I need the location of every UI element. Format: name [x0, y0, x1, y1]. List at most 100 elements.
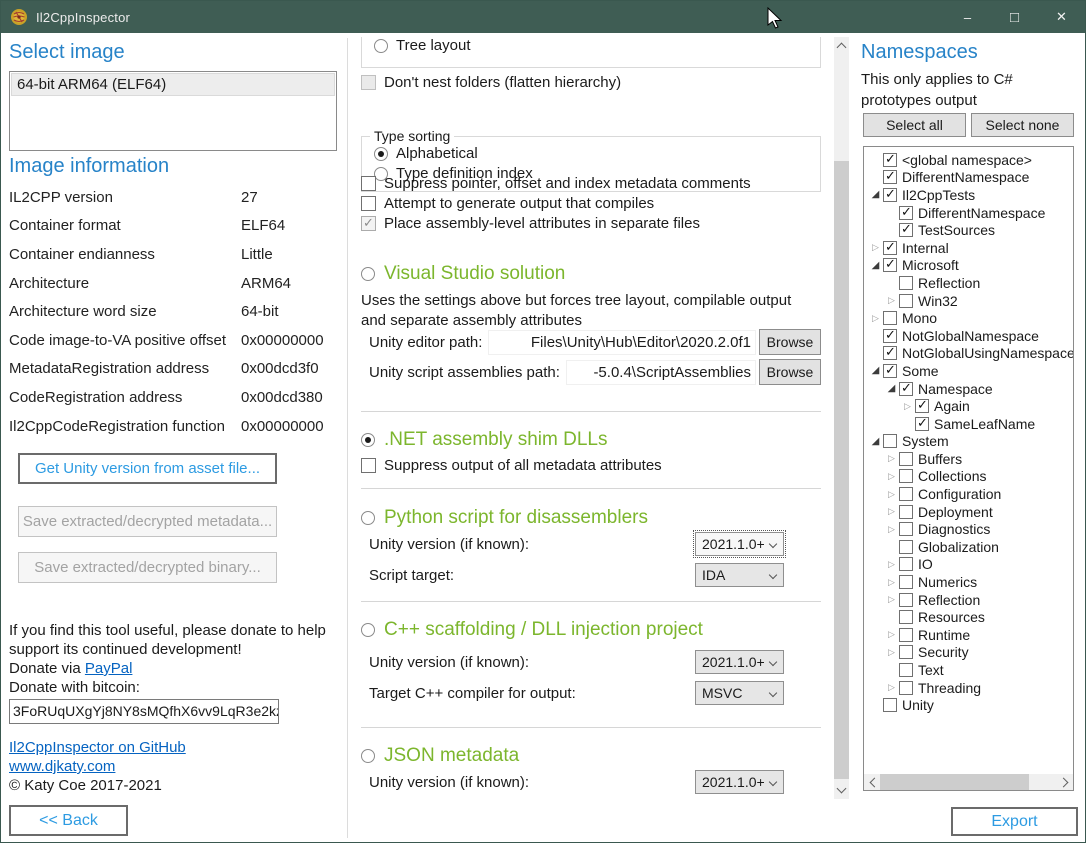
tree-checkbox[interactable] — [899, 593, 913, 607]
tree-checkbox[interactable] — [899, 206, 913, 220]
tree-expander-icon[interactable] — [884, 594, 899, 605]
tree-checkbox[interactable] — [883, 311, 897, 325]
tree-horizontal-scrollbar[interactable] — [864, 774, 1073, 790]
tree-item[interactable]: DifferentNamespace — [864, 204, 1073, 222]
script-target-dropdown[interactable]: IDA — [695, 563, 784, 587]
tree-expander-icon[interactable] — [868, 365, 883, 376]
tree-checkbox[interactable] — [899, 522, 913, 536]
tree-expander-icon[interactable] — [884, 453, 899, 464]
separate-files-checkbox[interactable] — [361, 216, 376, 231]
tree-item[interactable]: Unity — [864, 696, 1073, 714]
flatten-hierarchy-checkbox[interactable] — [361, 75, 376, 90]
export-button[interactable]: Export — [951, 807, 1078, 836]
tree-expander-icon[interactable] — [884, 506, 899, 517]
scrollbar-thumb[interactable] — [834, 161, 849, 779]
tree-expander-icon[interactable] — [868, 189, 883, 200]
tree-expander-icon[interactable] — [884, 577, 899, 588]
tree-item[interactable]: Microsoft — [864, 257, 1073, 275]
tree-item[interactable]: Resources — [864, 608, 1073, 626]
tree-checkbox[interactable] — [883, 434, 897, 448]
tree-item[interactable]: Runtime — [864, 626, 1073, 644]
tree-checkbox[interactable] — [899, 505, 913, 519]
json-unity-version-dropdown[interactable]: 2021.1.0+ — [695, 770, 784, 794]
tree-checkbox[interactable] — [883, 153, 897, 167]
tree-item[interactable]: Globalization — [864, 538, 1073, 556]
tree-checkbox[interactable] — [899, 382, 913, 396]
cpp-scaffolding-radio[interactable] — [361, 623, 375, 637]
maximize-button[interactable]: □ — [991, 1, 1038, 33]
cpp-compiler-dropdown[interactable]: MSVC — [695, 681, 784, 705]
github-link[interactable]: Il2CppInspector on GitHub — [9, 739, 186, 756]
tree-checkbox[interactable] — [883, 258, 897, 272]
tree-expander-icon[interactable] — [884, 383, 899, 394]
tree-checkbox[interactable] — [899, 557, 913, 571]
tree-checkbox[interactable] — [899, 645, 913, 659]
json-metadata-option[interactable]: JSON metadata — [361, 745, 821, 767]
tree-expander-icon[interactable] — [884, 295, 899, 306]
tree-checkbox[interactable] — [899, 610, 913, 624]
options-scrollbar[interactable] — [834, 37, 849, 799]
get-unity-version-button[interactable]: Get Unity version from asset file... — [18, 453, 277, 484]
cpp-scaffolding-option[interactable]: C++ scaffolding / DLL injection project — [361, 619, 821, 641]
tree-expander-icon[interactable] — [868, 260, 883, 271]
tree-layout-option[interactable]: Tree layout — [374, 37, 820, 54]
namespaces-tree[interactable]: <global namespace> DifferentNamespace Il… — [863, 146, 1074, 791]
tree-item[interactable]: NotGlobalNamespace — [864, 327, 1073, 345]
tree-item[interactable]: Some — [864, 362, 1073, 380]
tree-checkbox[interactable] — [883, 170, 897, 184]
tree-expander-icon[interactable] — [884, 647, 899, 658]
tree-scrollbar-thumb[interactable] — [880, 774, 1029, 790]
tree-item[interactable]: Configuration — [864, 485, 1073, 503]
close-button[interactable]: ✕ — [1038, 1, 1085, 33]
select-all-button[interactable]: Select all — [863, 113, 966, 137]
tree-item[interactable]: Namespace — [864, 380, 1073, 398]
tree-expander-icon[interactable] — [900, 401, 915, 412]
tree-checkbox[interactable] — [883, 364, 897, 378]
suppress-metadata-attributes-checkbox[interactable] — [361, 458, 376, 473]
python-script-radio[interactable] — [361, 511, 375, 525]
tree-checkbox[interactable] — [899, 575, 913, 589]
tree-item[interactable]: Diagnostics — [864, 520, 1073, 538]
unity-assemblies-path-input[interactable]: -5.0.4\ScriptAssemblies — [566, 360, 756, 385]
tree-item[interactable]: Reflection — [864, 591, 1073, 609]
tree-checkbox[interactable] — [883, 698, 897, 712]
tree-expander-icon[interactable] — [884, 471, 899, 482]
image-list-item[interactable]: 64-bit ARM64 (ELF64) — [11, 73, 335, 96]
tree-expander-icon[interactable] — [884, 524, 899, 535]
tree-checkbox[interactable] — [899, 223, 913, 237]
tree-checkbox[interactable] — [899, 540, 913, 554]
cpp-unity-version-dropdown[interactable]: 2021.1.0+ — [695, 650, 784, 674]
suppress-comments-checkbox[interactable] — [361, 176, 376, 191]
tree-item[interactable]: IO — [864, 556, 1073, 574]
browse-editor-path-button[interactable]: Browse — [759, 329, 821, 355]
tree-checkbox[interactable] — [883, 346, 897, 360]
tree-checkbox[interactable] — [899, 294, 913, 308]
tree-expander-icon[interactable] — [884, 629, 899, 640]
alphabetical-radio[interactable] — [374, 147, 388, 161]
tree-item[interactable]: Text — [864, 661, 1073, 679]
flatten-hierarchy-option[interactable]: Don't nest folders (flatten hierarchy) — [361, 74, 821, 91]
scroll-right-icon[interactable] — [1057, 774, 1073, 790]
tree-item[interactable]: DifferentNamespace — [864, 169, 1073, 187]
tree-item[interactable]: Deployment — [864, 503, 1073, 521]
vs-solution-radio[interactable] — [361, 267, 375, 281]
save-binary-button[interactable]: Save extracted/decrypted binary... — [18, 552, 277, 583]
shim-dlls-option[interactable]: .NET assembly shim DLLs — [361, 429, 821, 451]
tree-expander-icon[interactable] — [868, 242, 883, 253]
compilable-output-checkbox[interactable] — [361, 196, 376, 211]
tree-item[interactable]: Reflection — [864, 274, 1073, 292]
image-listbox[interactable]: 64-bit ARM64 (ELF64) — [9, 71, 337, 151]
python-script-option[interactable]: Python script for disassemblers — [361, 507, 821, 529]
tree-checkbox[interactable] — [899, 487, 913, 501]
tree-item[interactable]: Threading — [864, 679, 1073, 697]
browse-assemblies-path-button[interactable]: Browse — [759, 359, 821, 385]
tree-item[interactable]: Again — [864, 397, 1073, 415]
minimize-button[interactable]: – — [944, 1, 991, 33]
save-metadata-button[interactable]: Save extracted/decrypted metadata... — [18, 506, 277, 537]
tree-item[interactable]: NotGlobalUsingNamespace — [864, 345, 1073, 363]
select-none-button[interactable]: Select none — [971, 113, 1074, 137]
suppress-metadata-attributes-option[interactable]: Suppress output of all metadata attribut… — [361, 457, 821, 474]
tree-layout-radio[interactable] — [374, 39, 388, 53]
compilable-output-option[interactable]: Attempt to generate output that compiles — [361, 195, 821, 212]
website-link[interactable]: www.djkaty.com — [9, 758, 115, 775]
